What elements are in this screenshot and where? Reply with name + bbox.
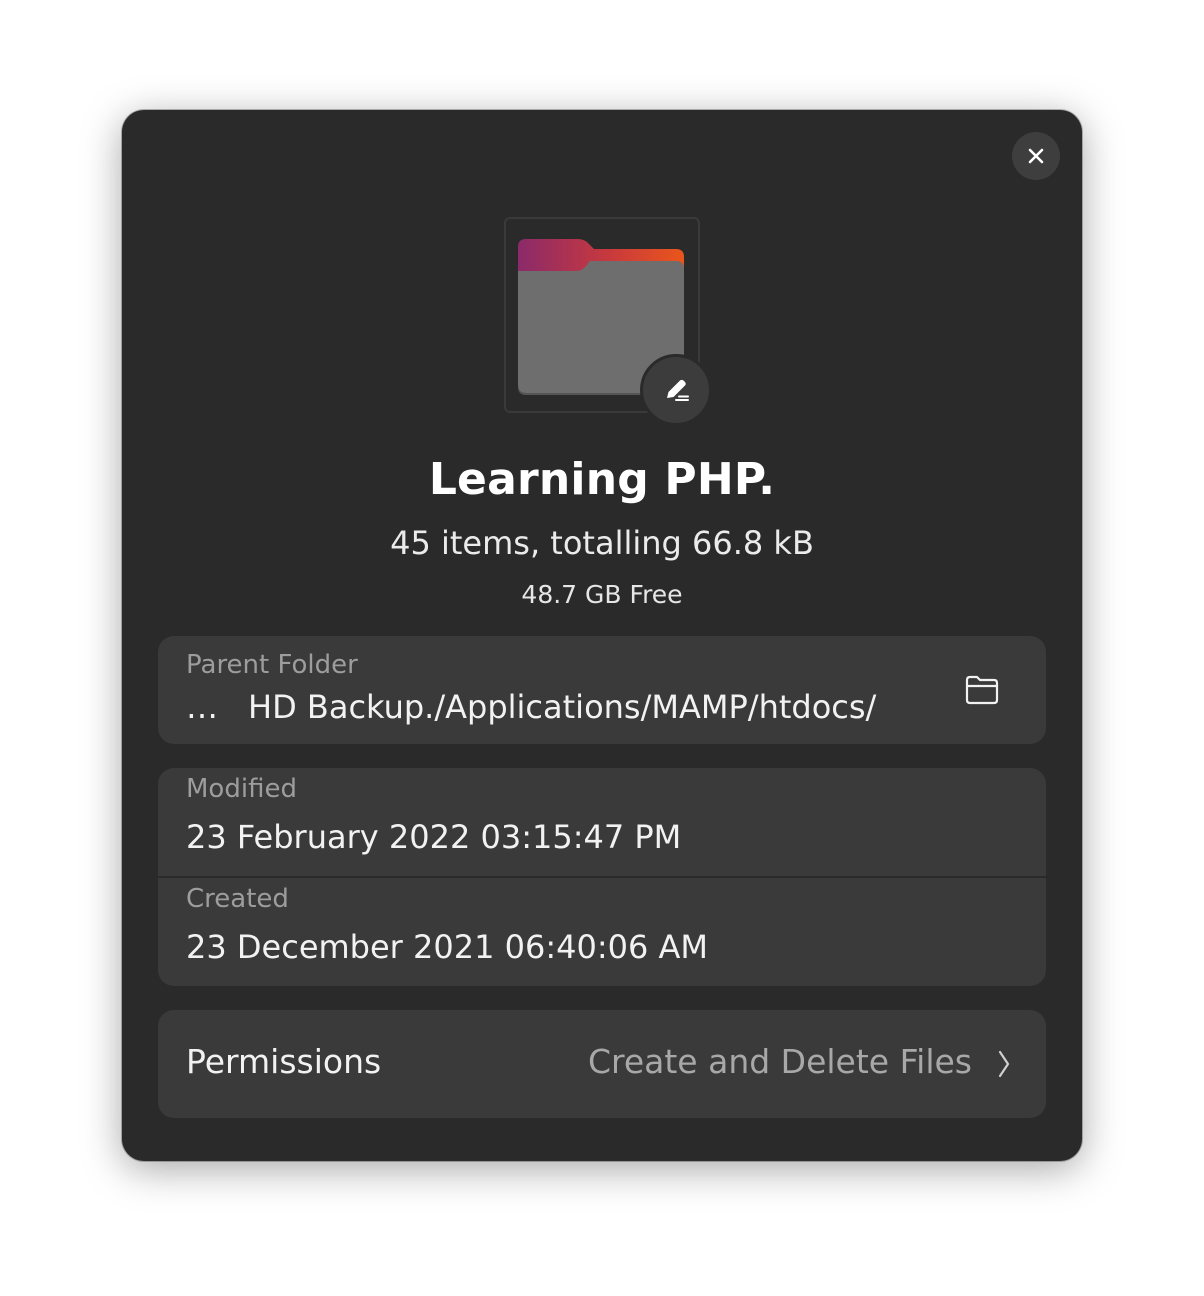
modified-label: Modified [186, 774, 297, 804]
free-space: 48.7 GB Free [521, 580, 683, 609]
item-name: Learning PHP. [428, 454, 776, 505]
dates-group: Modified 23 February 2022 03:15:47 PM Cr… [158, 768, 1046, 986]
chevron-right-icon [998, 1050, 1010, 1078]
permissions-row[interactable]: Permissions Create and Delete Files [158, 1010, 1046, 1118]
open-folder-icon[interactable] [964, 674, 1000, 706]
parent-folder-path-line: … HD Backup./Applications/MAMP/htdocs/ [186, 688, 876, 726]
created-value: 23 December 2021 06:40:06 AM [186, 928, 708, 966]
created-label: Created [186, 884, 289, 914]
permissions-value: Create and Delete Files [587, 1042, 972, 1081]
edit-icon [667, 379, 689, 401]
parent-folder-label: Parent Folder [186, 650, 358, 680]
close-button[interactable] [1012, 132, 1060, 180]
permissions-label: Permissions [186, 1042, 382, 1081]
path-ellipsis: … [186, 688, 218, 726]
modified-row: Modified 23 February 2022 03:15:47 PM [158, 768, 1046, 876]
parent-folder-path: HD Backup./Applications/MAMP/htdocs/ [248, 688, 877, 726]
created-row: Created 23 December 2021 06:40:06 AM [158, 878, 1046, 986]
item-summary: 45 items, totalling 66.8 kB [390, 524, 814, 562]
properties-dialog: Learning PHP. 45 items, totalling 66.8 k… [122, 110, 1082, 1161]
modified-value: 23 February 2022 03:15:47 PM [186, 818, 682, 856]
parent-folder-row[interactable]: Parent Folder … HD Backup./Applications/M… [158, 636, 1046, 744]
change-icon-button[interactable] [640, 354, 712, 426]
close-icon [1028, 148, 1044, 164]
